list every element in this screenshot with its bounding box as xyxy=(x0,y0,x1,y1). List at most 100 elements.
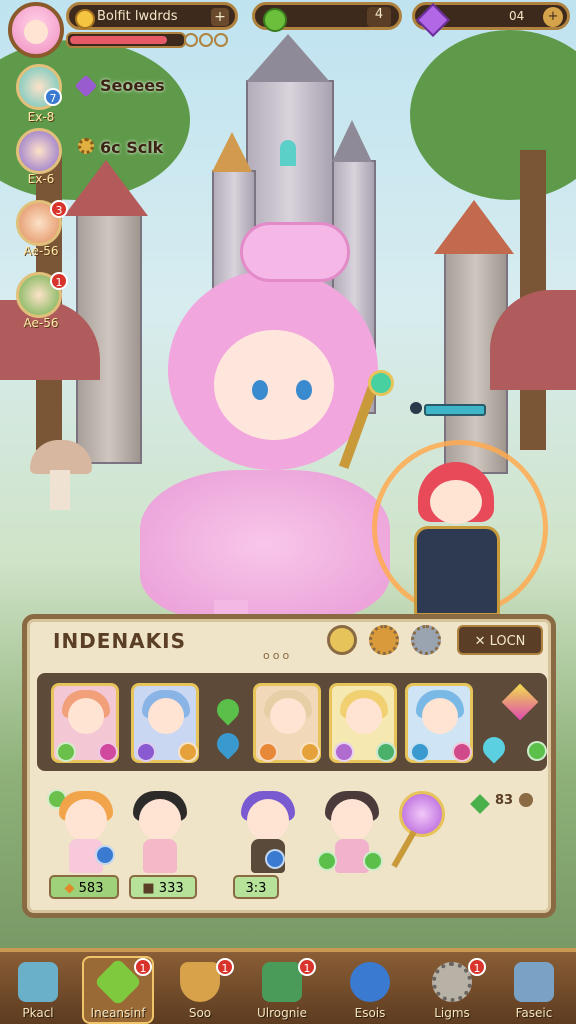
crest-icon xyxy=(350,962,390,1002)
blue-orb-icon xyxy=(265,849,285,869)
count-badge-icon xyxy=(519,793,533,807)
mushroom-stem xyxy=(50,470,70,510)
coin-icon xyxy=(75,9,95,29)
nav-item-soo[interactable]: 1 Soo xyxy=(164,956,236,1024)
side-text-2: 6c Sclk xyxy=(100,138,164,157)
cube-icon xyxy=(18,962,58,1002)
crystal-value: 04 xyxy=(509,9,525,23)
gem-counter[interactable]: 4 xyxy=(252,2,402,32)
hero-card[interactable] xyxy=(253,683,321,763)
green-orb-icon xyxy=(363,851,383,871)
stat-chip-2[interactable]: ■ 333 xyxy=(129,875,197,899)
crystal-counter[interactable]: 04 + xyxy=(412,2,570,37)
enemy-health-bar xyxy=(424,404,486,416)
nav-item-ligms[interactable]: 1 Ligms xyxy=(416,956,488,1024)
staff-gem-icon xyxy=(368,370,394,396)
xp-fill xyxy=(70,36,168,44)
heroine-dress xyxy=(140,470,390,620)
stat-value-3: 3:3 xyxy=(245,881,267,896)
tab-gear-icon[interactable] xyxy=(369,625,399,655)
crystal-add-button[interactable]: + xyxy=(543,7,563,27)
right-pink-roof xyxy=(434,200,514,254)
knight-face xyxy=(430,480,482,524)
inventory-panel: INDENAKIS ooo ✕ LOCN 83 ◆ 583 ■ 333 3:3 xyxy=(22,614,556,918)
enemy-icon xyxy=(410,402,422,414)
nav-label: Soo xyxy=(188,1006,212,1020)
panel-title: INDENAKIS xyxy=(53,629,187,653)
nav-label: Ligms xyxy=(434,1006,470,1020)
castle-left-roof xyxy=(212,132,252,172)
stat-value-1: 583 xyxy=(78,881,104,896)
nav-badge: 1 xyxy=(298,958,316,976)
side-badge-1: 7 xyxy=(44,88,62,106)
tab-settings-icon[interactable] xyxy=(411,625,441,655)
nav-item-pkacl[interactable]: Pkacl xyxy=(2,956,74,1024)
heroine-face xyxy=(214,330,334,440)
crystal-shard-icon xyxy=(501,683,539,721)
gear-icon xyxy=(432,962,472,1002)
side-badge-3: 3 xyxy=(50,200,68,218)
gear-icon xyxy=(78,138,94,154)
blue-orb-icon xyxy=(95,845,115,865)
game-screen: Bolfit lwdrds + 4 04 + 7 Ex-8 Seoees Ex-… xyxy=(0,0,576,1024)
bottom-nav: Pkacl 1 Ineansinf 1 Soo 1 Ulrognie Esois… xyxy=(0,948,576,1024)
knight-armor xyxy=(414,526,500,616)
add-button[interactable]: + xyxy=(211,8,229,26)
tools-icon xyxy=(514,962,554,1002)
nav-badge: 1 xyxy=(134,958,152,976)
player-name-pill[interactable]: Bolfit lwdrds + xyxy=(66,2,238,30)
player-name: Bolfit lwdrds xyxy=(97,9,178,24)
cyan-drop-icon xyxy=(478,732,510,764)
hero-figure[interactable] xyxy=(51,791,121,877)
nav-badge: 1 xyxy=(468,958,486,976)
magic-mirror-icon[interactable] xyxy=(399,791,445,837)
stat-chip-1[interactable]: ◆ 583 xyxy=(49,875,119,899)
green-orb-icon xyxy=(317,851,337,871)
player-avatar[interactable] xyxy=(8,2,64,58)
hero-figure[interactable] xyxy=(125,791,195,877)
green-drop-icon xyxy=(212,694,244,726)
side-avatar-2[interactable] xyxy=(16,128,62,174)
side-label-3: Ae-56 xyxy=(23,244,59,258)
blue-drop-icon xyxy=(212,728,244,760)
lock-icon: ✕ xyxy=(474,634,490,649)
panel-dots: ooo xyxy=(263,649,293,662)
lock-label: LOCN xyxy=(489,634,526,649)
side-label-1: Ex-8 xyxy=(27,110,55,124)
mirror-handle xyxy=(391,830,417,868)
side-label-4: Ae-56 xyxy=(23,316,59,330)
side-label-2: Ex-6 xyxy=(27,172,55,186)
green-orb-icon xyxy=(527,741,547,761)
nav-label: Faseic xyxy=(515,1006,553,1020)
heroine-eye-right xyxy=(296,380,312,400)
count-value: 83 xyxy=(495,793,514,808)
chain-icon xyxy=(184,32,230,47)
gem-value: 4 xyxy=(367,7,391,27)
hero-card[interactable] xyxy=(329,683,397,763)
nav-item-ulrognie[interactable]: 1 Ulrognie xyxy=(246,956,318,1024)
nav-label: Esois xyxy=(354,1006,386,1020)
green-gem-icon xyxy=(263,8,287,32)
hero-card[interactable] xyxy=(405,683,473,763)
hero-card[interactable] xyxy=(131,683,199,763)
nav-item-inventory[interactable]: 1 Ineansinf xyxy=(82,956,154,1024)
hero-card[interactable] xyxy=(51,683,119,763)
nav-item-faseic[interactable]: Faseic xyxy=(498,956,570,1024)
heroine-eye-left xyxy=(252,380,268,400)
stat-chip-3[interactable]: 3:3 xyxy=(233,875,279,899)
tab-shield-icon[interactable] xyxy=(327,625,357,655)
diamond-icon: ◆ xyxy=(64,881,79,896)
side-text-1: Seoees xyxy=(100,76,165,95)
nav-label: Ineansinf xyxy=(90,1006,146,1020)
stat-value-2: 333 xyxy=(158,881,184,896)
castle-window xyxy=(280,140,296,166)
nav-label: Ulrognie xyxy=(256,1006,308,1020)
cube-icon: ■ xyxy=(142,881,159,896)
left-pink-roof xyxy=(64,160,148,216)
side-badge-4: 1 xyxy=(50,272,68,290)
shield-icon xyxy=(180,962,220,1002)
castle-right-roof xyxy=(332,120,372,162)
lock-button[interactable]: ✕ LOCN xyxy=(457,625,543,655)
nav-item-esois[interactable]: Esois xyxy=(334,956,406,1024)
nav-badge: 1 xyxy=(216,958,234,976)
